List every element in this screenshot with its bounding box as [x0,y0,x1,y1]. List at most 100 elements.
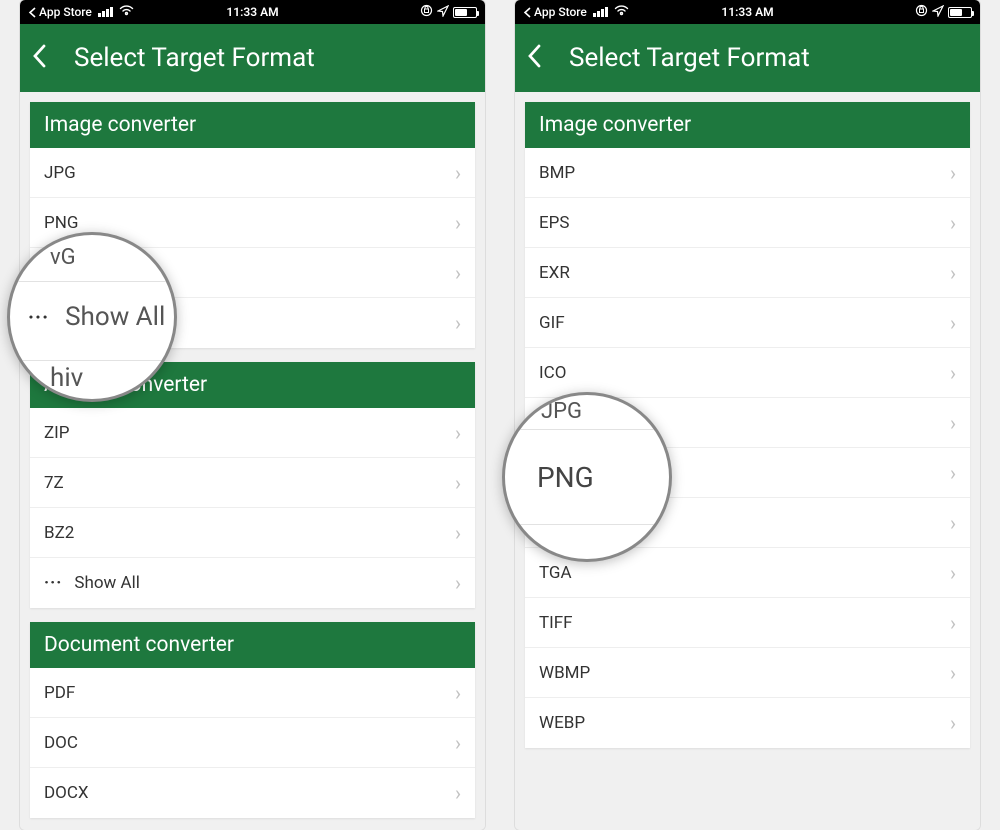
zoom-callout-png: JPG PNG [502,392,672,562]
chevron-right-icon: › [455,311,461,335]
back-to-app-store[interactable]: App Store [28,5,92,19]
status-back-label: App Store [534,5,587,19]
zoom-fragment-top: vG [50,245,76,270]
format-row-ico[interactable]: ICO › [525,348,970,398]
status-time: 11:33 AM [226,5,278,19]
format-row-pdf[interactable]: PDF › [30,668,475,718]
app-header: Select Target Format [20,24,485,92]
content-area: Image converter JPG › PNG › › ··· Show A… [20,92,485,830]
chevron-right-icon: › [950,211,956,235]
format-row-exr[interactable]: EXR › [525,248,970,298]
ellipsis-icon: ··· [28,305,49,329]
chevron-right-icon: › [455,261,461,285]
format-row-bmp[interactable]: BMP › [525,148,970,198]
chevron-left-icon [527,44,541,68]
chevron-right-icon: › [950,411,956,435]
page-title: Select Target Format [569,43,810,73]
back-button[interactable] [527,44,541,72]
status-back-label: App Store [39,5,92,19]
chevron-right-icon: › [455,421,461,445]
row-label: DOC [44,733,78,753]
chevron-right-icon: › [455,571,461,595]
app-header: Select Target Format [515,24,980,92]
row-label: GIF [539,313,565,333]
chevron-right-icon: › [455,681,461,705]
format-row-docx[interactable]: DOCX › [30,768,475,818]
chevron-right-icon: › [455,161,461,185]
orientation-lock-icon [420,4,433,20]
chevron-right-icon: › [950,361,956,385]
row-label: 7Z [44,473,64,493]
format-row-tiff[interactable]: TIFF › [525,598,970,648]
location-icon [437,5,449,20]
row-label: BMP [539,163,575,183]
row-label: ZIP [44,423,70,443]
chevron-right-icon: › [950,711,956,735]
location-icon [932,5,944,20]
show-all-row[interactable]: ··· Show All › [30,558,475,608]
chevron-right-icon: › [455,471,461,495]
format-row-zip[interactable]: ZIP › [30,408,475,458]
row-label: PNG [44,213,78,233]
format-row-webp[interactable]: WEBP › [525,698,970,748]
zoom-fragment-top: JPG [541,399,582,424]
chevron-right-icon: › [950,661,956,685]
signal-icon [98,7,113,17]
row-label: JPG [44,163,76,183]
chevron-right-icon: › [455,731,461,755]
status-bar: App Store 11:33 AM [515,0,980,24]
back-to-app-store[interactable]: App Store [523,5,587,19]
page-title: Select Target Format [74,43,315,73]
row-label: ICO [539,363,566,383]
chevron-right-icon: › [950,511,956,535]
wifi-icon [614,5,629,20]
zoom-main-label: Show All [65,302,165,332]
zoom-callout-show-all: vG ··· Show All hiv [7,232,177,402]
row-label: DOCX [44,783,89,803]
orientation-lock-icon [915,4,928,20]
status-time: 11:33 AM [721,5,773,19]
signal-icon [593,7,608,17]
section-header: Image converter [30,102,475,148]
chevron-right-icon: › [455,211,461,235]
row-label: TIFF [539,613,573,633]
chevron-right-icon: › [950,311,956,335]
chevron-right-icon: › [950,561,956,585]
battery-icon [948,7,972,18]
ellipsis-icon: ··· [44,573,62,593]
status-bar: App Store 11:33 AM [20,0,485,24]
format-row-gif[interactable]: GIF › [525,298,970,348]
chevron-left-icon [28,7,37,18]
format-row-eps[interactable]: EPS › [525,198,970,248]
row-label: WEBP [539,713,585,733]
chevron-right-icon: › [950,161,956,185]
chevron-right-icon: › [950,461,956,485]
row-label: BZ2 [44,523,74,543]
back-button[interactable] [32,44,46,72]
battery-icon [453,7,477,18]
format-row-wbmp[interactable]: WBMP › [525,648,970,698]
wifi-icon [119,5,134,20]
row-label: WBMP [539,663,590,683]
show-all-label: Show All [74,573,140,593]
chevron-right-icon: › [455,781,461,805]
row-label: TGA [539,563,572,583]
row-label: PDF [44,683,75,703]
section-document-converter: Document converter PDF › DOC › DOCX › [30,622,475,818]
zoom-main-label: PNG [537,461,594,494]
row-label: EPS [539,213,569,233]
row-label: EXR [539,263,570,283]
phone-screenshot-left: App Store 11:33 AM [20,0,485,830]
section-header: Image converter [525,102,970,148]
chevron-left-icon [32,44,46,68]
chevron-right-icon: › [950,261,956,285]
format-row-7z[interactable]: 7Z › [30,458,475,508]
section-header: Document converter [30,622,475,668]
format-row-jpg[interactable]: JPG › [30,148,475,198]
chevron-right-icon: › [950,611,956,635]
row-label: ··· Show All [44,573,140,593]
format-row-doc[interactable]: DOC › [30,718,475,768]
format-row-bz2[interactable]: BZ2 › [30,508,475,558]
chevron-right-icon: › [455,521,461,545]
chevron-left-icon [523,7,532,18]
